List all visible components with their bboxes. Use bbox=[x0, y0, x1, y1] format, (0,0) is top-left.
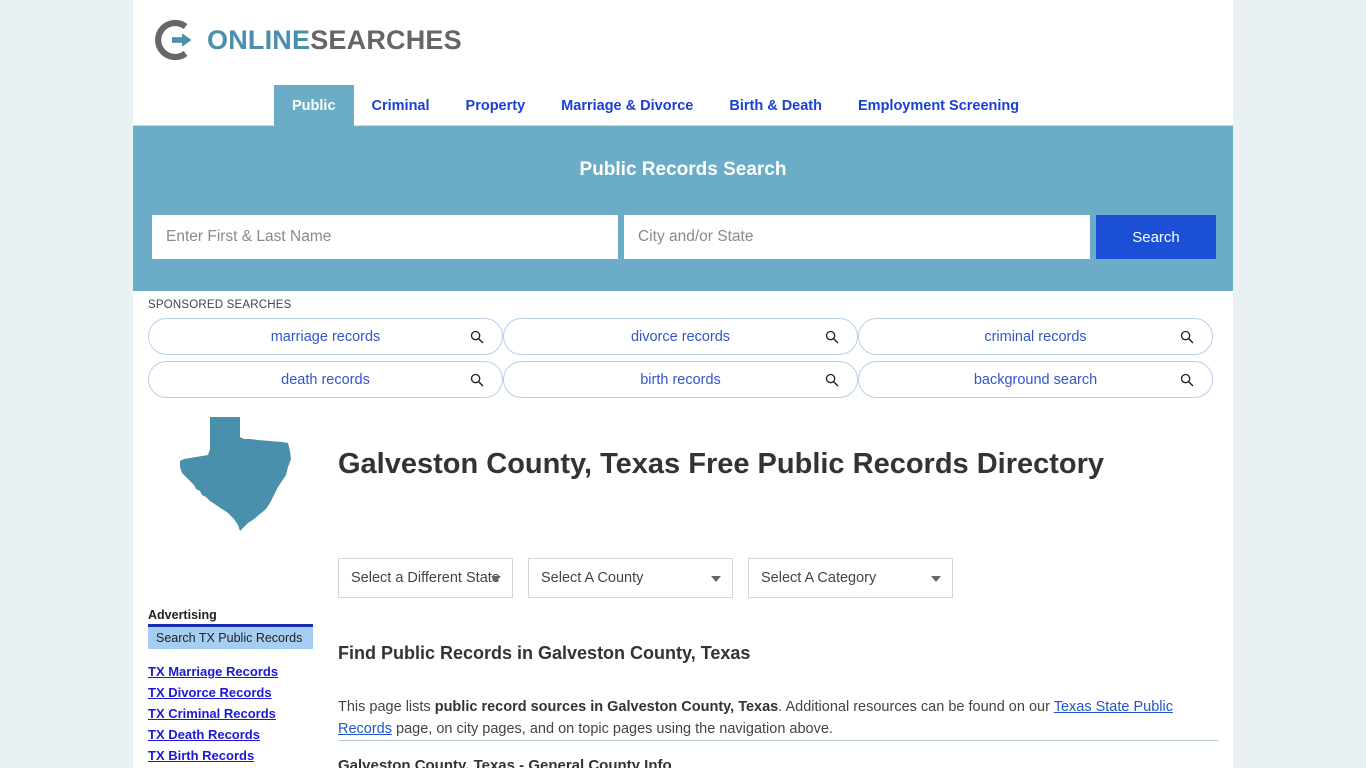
sidebar-search-box-label[interactable]: Search TX Public Records bbox=[148, 627, 313, 649]
advertising-heading: Advertising bbox=[148, 608, 217, 622]
sponsored-pill-label: divorce records bbox=[630, 328, 731, 345]
chevron-down-icon bbox=[711, 576, 721, 582]
search-icon bbox=[825, 330, 839, 343]
sponsored-searches-grid: marriage records divorce records crimina… bbox=[148, 318, 1214, 398]
page-title: Galveston County, Texas Free Public Reco… bbox=[338, 448, 1105, 481]
public-records-search-banner: Public Records Search Search bbox=[133, 126, 1233, 291]
intro-paragraph: This page lists public record sources in… bbox=[338, 696, 1218, 740]
sponsored-pill-label: background search bbox=[973, 371, 1098, 388]
nav-tab-public[interactable]: Public bbox=[274, 85, 354, 126]
select-county-dropdown[interactable]: Select A County bbox=[528, 558, 733, 598]
sponsored-pill-label: marriage records bbox=[270, 328, 381, 345]
search-form: Search bbox=[152, 215, 1216, 259]
filter-selectors: Select a Different State Select A County… bbox=[338, 558, 953, 598]
nav-tab-birth-death[interactable]: Birth & Death bbox=[711, 85, 840, 126]
search-icon bbox=[1180, 330, 1194, 343]
nav-tab-employment-screening[interactable]: Employment Screening bbox=[840, 85, 1037, 126]
sponsored-pill-label: death records bbox=[281, 371, 370, 388]
sponsored-pill-label: criminal records bbox=[984, 328, 1087, 345]
texas-state-map-icon bbox=[180, 417, 291, 531]
select-county-label: Select A County bbox=[541, 570, 644, 586]
select-state-dropdown[interactable]: Select a Different State bbox=[338, 558, 513, 598]
name-search-input[interactable] bbox=[152, 215, 618, 259]
sponsored-pill-birth-records[interactable]: birth records bbox=[503, 361, 858, 398]
logo-wordmark: ONLINESEARCHES bbox=[207, 25, 462, 56]
search-submit-button[interactable]: Search bbox=[1096, 215, 1216, 259]
paragraph-text-2: . Additional resources can be found on o… bbox=[778, 698, 1054, 715]
main-navigation: Public Criminal Property Marriage & Divo… bbox=[133, 85, 1233, 126]
select-state-label: Select a Different State bbox=[351, 570, 500, 586]
sidebar-link-tx-birth-records[interactable]: TX Birth Records bbox=[148, 745, 313, 766]
general-county-info-heading: Galveston County, Texas - General County… bbox=[338, 757, 672, 768]
sponsored-pill-background-search[interactable]: background search bbox=[858, 361, 1213, 398]
paragraph-text-3: page, on city pages, and on topic pages … bbox=[392, 720, 833, 737]
location-search-input[interactable] bbox=[624, 215, 1090, 259]
page-root: ONLINESEARCHES Public Criminal Property … bbox=[0, 0, 1366, 768]
select-category-label: Select A Category bbox=[761, 570, 877, 586]
search-icon bbox=[470, 373, 484, 386]
logo-text-online: ONLINE bbox=[207, 24, 311, 55]
nav-tab-marriage-divorce[interactable]: Marriage & Divorce bbox=[543, 85, 711, 126]
search-icon bbox=[470, 330, 484, 343]
circle-arrow-right-icon bbox=[155, 19, 192, 61]
sidebar-link-tx-death-records[interactable]: TX Death Records bbox=[148, 724, 313, 745]
sidebar-link-tx-divorce-records[interactable]: TX Divorce Records bbox=[148, 682, 313, 703]
search-icon bbox=[1180, 373, 1194, 386]
sponsored-pill-criminal-records[interactable]: criminal records bbox=[858, 318, 1213, 355]
chevron-down-icon bbox=[931, 576, 941, 582]
paragraph-text-1: This page lists bbox=[338, 698, 435, 715]
nav-tab-property[interactable]: Property bbox=[448, 85, 544, 126]
sponsored-pill-label: birth records bbox=[640, 371, 721, 388]
logo-text-searches: SEARCHES bbox=[310, 24, 462, 55]
advertising-sidebar: Advertising Search TX Public Records TX … bbox=[148, 608, 313, 766]
chevron-down-icon bbox=[491, 576, 501, 582]
paragraph-bold-1: public record sources in Galveston Count… bbox=[434, 698, 779, 715]
sidebar-link-list: TX Marriage Records TX Divorce Records T… bbox=[148, 661, 313, 766]
section-heading: Find Public Records in Galveston County,… bbox=[338, 642, 751, 663]
nav-tab-criminal[interactable]: Criminal bbox=[354, 85, 448, 126]
select-category-dropdown[interactable]: Select A Category bbox=[748, 558, 953, 598]
search-icon bbox=[825, 373, 839, 386]
banner-title: Public Records Search bbox=[579, 159, 787, 180]
sponsored-pill-divorce-records[interactable]: divorce records bbox=[503, 318, 858, 355]
sidebar-link-tx-criminal-records[interactable]: TX Criminal Records bbox=[148, 703, 313, 724]
sponsored-pill-death-records[interactable]: death records bbox=[148, 361, 503, 398]
sponsored-searches-label: SPONSORED SEARCHES bbox=[148, 299, 292, 311]
sidebar-link-tx-marriage-records[interactable]: TX Marriage Records bbox=[148, 661, 313, 682]
site-logo[interactable]: ONLINESEARCHES bbox=[152, 17, 462, 63]
content-divider bbox=[338, 740, 1218, 741]
sponsored-pill-marriage-records[interactable]: marriage records bbox=[148, 318, 503, 355]
content-container: ONLINESEARCHES Public Criminal Property … bbox=[133, 0, 1233, 768]
